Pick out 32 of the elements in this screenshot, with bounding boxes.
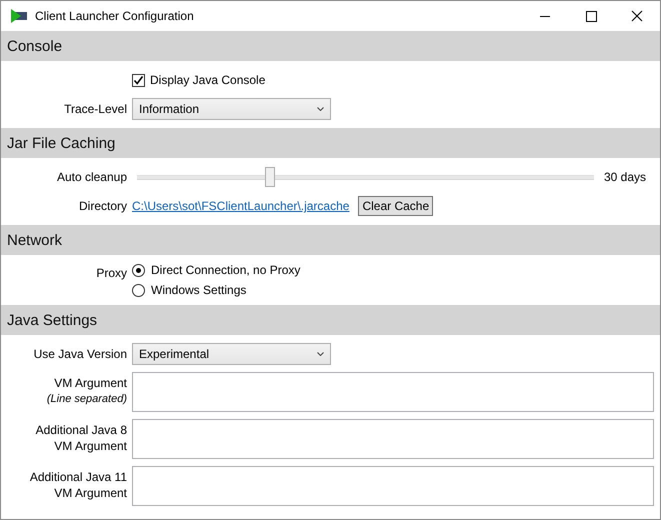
field-note: (Line separated)	[46, 392, 127, 407]
text-area[interactable]	[132, 466, 654, 506]
field-label: Additional Java 11 VM Argument	[30, 469, 127, 501]
field-label: Use Java Version	[34, 346, 127, 362]
chevron-icon	[317, 107, 324, 111]
dropdown[interactable]: Information	[132, 98, 331, 120]
section-title: Jar File Caching	[7, 134, 116, 152]
slider-reading: 30 days	[604, 170, 646, 184]
radio-label[interactable]: Windows Settings	[151, 283, 246, 297]
section-title: Java Settings	[7, 312, 98, 328]
field-label: Trace-Level	[64, 101, 127, 117]
field-label: Directory	[78, 198, 127, 214]
field-label: VM Argument	[54, 375, 127, 391]
section-title: Network	[7, 232, 62, 248]
checkbox[interactable]	[132, 74, 145, 86]
radio-button[interactable]	[132, 264, 145, 276]
chevron-icon	[317, 352, 324, 356]
radio-label[interactable]: Direct Connection, no Proxy	[151, 263, 300, 277]
window-title: Client Launcher Configuration	[35, 9, 194, 23]
radio-button[interactable]	[132, 284, 145, 296]
text-area[interactable]	[132, 372, 654, 412]
field-label: Auto cleanup	[56, 169, 127, 185]
clear-cache-button[interactable]: Clear Cache	[358, 196, 434, 216]
slider-thumb[interactable]	[264, 167, 275, 187]
checkbox-label[interactable]: Display Java Console	[150, 73, 266, 87]
section-title: Console	[7, 38, 62, 54]
directory-link[interactable]: C:\Users\sot\FSClientLauncher\.jarcache	[132, 199, 350, 213]
text-area[interactable]	[132, 419, 654, 459]
dropdown[interactable]: Experimental	[132, 343, 331, 365]
field-label: Additional Java 8 VM Argument	[36, 422, 127, 454]
field-label: Proxy	[96, 265, 127, 281]
app-icon	[11, 9, 27, 23]
